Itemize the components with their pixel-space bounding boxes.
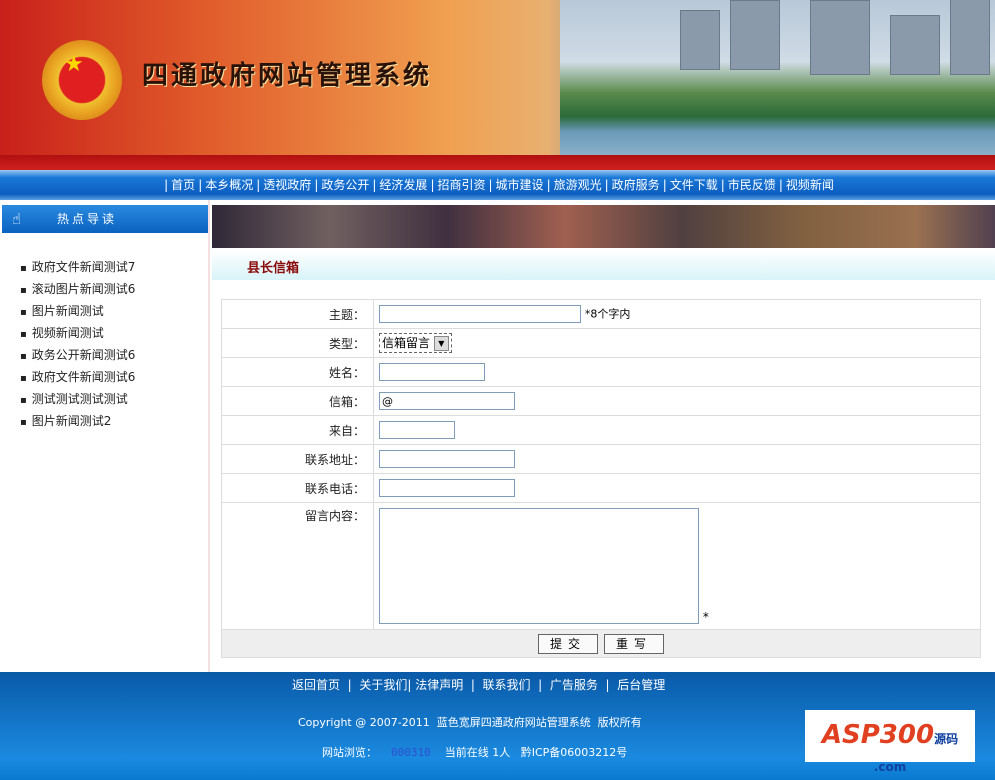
- sidebar-header: ☝ 热点导读: [2, 205, 208, 233]
- asp300-logo[interactable]: ASP300源码 .com: [805, 710, 975, 774]
- main-nav: | 首页 | 本乡概况 | 透视政府 | 政务公开 | 经济发展 | 招商引资 | 城市建设 | 旅游观光 | 政…: [0, 170, 995, 200]
- list-item[interactable]: 视频新闻测试: [20, 322, 135, 344]
- name-input[interactable]: [379, 363, 485, 381]
- nav-item[interactable]: 旅游观光: [554, 178, 602, 192]
- site-stats: 网站浏览： 000310 当前在线 1人 黔ICP备06003212号: [322, 744, 627, 760]
- address-input[interactable]: [379, 450, 515, 468]
- reset-button[interactable]: 重写: [604, 633, 664, 654]
- nav-item[interactable]: 政务公开: [321, 178, 369, 192]
- footer-link[interactable]: 法律声明: [415, 678, 463, 692]
- national-emblem-logo: ★: [42, 40, 122, 120]
- list-item[interactable]: 政务公开新闻测试6: [20, 344, 136, 366]
- address-label: 联系地址：: [221, 444, 374, 474]
- type-select-value: 信箱留言: [382, 336, 431, 350]
- pointing-hand-icon: ☝: [12, 210, 22, 228]
- sidebar-title: 热点导读: [57, 212, 118, 226]
- divider: [0, 155, 995, 170]
- footer-link[interactable]: 广告服务: [550, 678, 598, 692]
- nav-item[interactable]: 文件下载: [670, 178, 718, 192]
- from-label: 来自：: [221, 415, 374, 445]
- site-title: 四通政府网站管理系统: [142, 61, 433, 91]
- section-header: 县长信箱: [212, 250, 995, 280]
- list-item[interactable]: 政府文件新闻测试6: [20, 366, 136, 388]
- nav-item[interactable]: 透视政府: [263, 178, 311, 192]
- chevron-down-icon[interactable]: ▼: [433, 336, 449, 351]
- content-textarea[interactable]: [379, 508, 699, 624]
- list-item[interactable]: 测试测试测试测试: [20, 388, 135, 410]
- sidebar: ☝ 热点导读 政府文件新闻测试7 滚动图片新闻测试6 图片新闻测试 视频新闻测试…: [0, 200, 210, 672]
- email-label: 信箱：: [221, 386, 374, 416]
- copyright: Copyright @ 2007-2011 蓝色宽屏四通政府网站管理系统 版权所…: [298, 716, 642, 729]
- email-input[interactable]: [379, 392, 515, 410]
- from-input[interactable]: [379, 421, 455, 439]
- footer-link[interactable]: 后台管理: [617, 678, 665, 692]
- type-select[interactable]: 信箱留言 ▼: [379, 333, 452, 353]
- footer-links: 返回首页 | 关于我们| 法律声明 | 联系我们 | 广告服务 | 后台管理: [292, 678, 666, 692]
- phone-input[interactable]: [379, 479, 515, 497]
- city-skyline-image: [560, 0, 995, 155]
- content-label: 留言内容：: [221, 502, 374, 630]
- nav-item[interactable]: 经济发展: [379, 178, 427, 192]
- required-mark: *: [702, 610, 709, 624]
- mailbox-form: 主题： *8个字内 类型：信箱留言 ▼ 姓名： 信箱： 来自： 联系地址： 联系…: [221, 299, 981, 658]
- nav-item[interactable]: 首页: [171, 178, 195, 192]
- subject-label: 主题：: [221, 299, 374, 329]
- phone-label: 联系电话：: [221, 473, 374, 503]
- nav-item[interactable]: 视频新闻: [786, 178, 834, 192]
- list-item[interactable]: 滚动图片新闻测试6: [20, 278, 136, 300]
- online-count: 当前在线 1人: [444, 746, 511, 759]
- subject-input[interactable]: [379, 305, 581, 323]
- nav-item[interactable]: 招商引资: [437, 178, 485, 192]
- nav-item[interactable]: 城市建设: [496, 178, 544, 192]
- list-item[interactable]: 政府文件新闻测试7: [20, 256, 136, 278]
- footer-link[interactable]: 返回首页: [292, 678, 340, 692]
- nav-item[interactable]: 政府服务: [612, 178, 660, 192]
- list-item[interactable]: 图片新闻测试: [20, 300, 135, 322]
- footer-link[interactable]: 联系我们: [483, 678, 531, 692]
- submit-button[interactable]: 提交: [538, 633, 598, 654]
- nav-item[interactable]: 本乡概况: [205, 178, 253, 192]
- visits-label: 网站浏览：: [322, 746, 377, 759]
- footer-link[interactable]: 关于我们: [359, 678, 407, 692]
- city-night-banner: [212, 205, 995, 248]
- type-label: 类型：: [221, 328, 374, 358]
- logo-text: ASP300: [821, 720, 935, 750]
- icp-number[interactable]: 黔ICP备06003212号: [521, 746, 628, 759]
- name-label: 姓名：: [221, 357, 374, 387]
- footer: 返回首页 | 关于我们| 法律声明 | 联系我们 | 广告服务 | 后台管理 C…: [0, 672, 995, 780]
- list-item[interactable]: 图片新闻测试2: [20, 410, 135, 432]
- nav-item[interactable]: 市民反馈: [728, 178, 776, 192]
- subject-hint: *8个字内: [584, 307, 631, 321]
- hot-news-list: 政府文件新闻测试7 滚动图片新闻测试6 图片新闻测试 视频新闻测试 政务公开新闻…: [20, 256, 136, 432]
- header-banner: ★ 四通政府网站管理系统: [0, 0, 995, 155]
- visit-counter: 000310: [391, 746, 431, 759]
- page-title: 县长信箱: [247, 261, 300, 276]
